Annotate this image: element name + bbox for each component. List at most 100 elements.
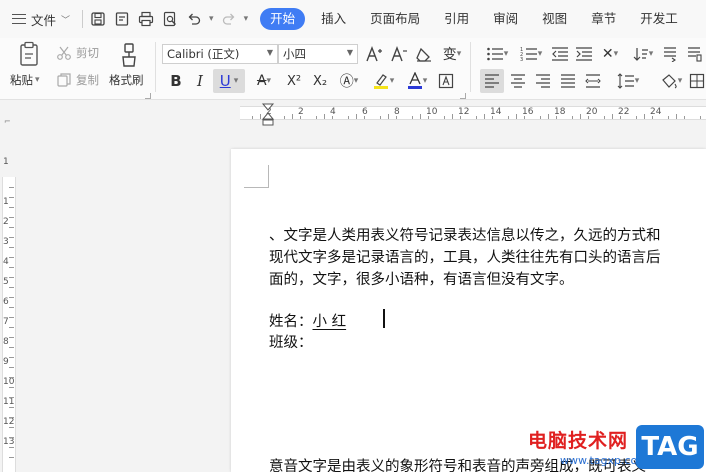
tab-references[interactable]: 引用	[432, 8, 481, 30]
paste-icon[interactable]	[16, 40, 42, 68]
ruler-number: 8	[3, 337, 9, 347]
ruler-tick	[580, 114, 581, 119]
show-marks-icon[interactable]	[660, 44, 680, 64]
italic-button[interactable]: I	[190, 70, 210, 92]
format-painter-button[interactable]: 格式刷	[109, 72, 144, 88]
ruler-tick	[9, 387, 14, 388]
font-size-value: 小四	[283, 47, 306, 61]
watermark-badge: TAG	[636, 425, 704, 469]
ruler-tick	[9, 267, 14, 268]
tab-review[interactable]: 审阅	[481, 8, 530, 30]
indent-marker-icon[interactable]	[261, 103, 275, 127]
ruler-number: 10	[3, 377, 15, 387]
ruler-tick	[9, 417, 14, 418]
tab-page-layout[interactable]: 页面布局	[358, 8, 432, 30]
paragraph-mark-icon[interactable]	[684, 44, 704, 64]
ruler-tick	[452, 114, 453, 119]
highlight-button[interactable]: ▾	[368, 70, 398, 92]
text-cursor	[383, 309, 385, 328]
ruler-tick	[9, 257, 14, 258]
ruler-tick	[316, 116, 317, 119]
underline-button[interactable]: U ▾	[213, 69, 245, 93]
class-line[interactable]: 班级：	[269, 331, 313, 352]
undo-icon[interactable]	[185, 10, 203, 28]
distributed-align-button[interactable]	[582, 70, 604, 92]
superscript-button[interactable]: X²	[282, 70, 306, 92]
ruler-tick	[348, 116, 349, 119]
font-color-icon	[407, 72, 422, 89]
subscript-button[interactable]: X₂	[308, 70, 332, 92]
align-left-button[interactable]	[480, 69, 504, 93]
format-painter-icon[interactable]	[117, 41, 141, 69]
ruler-tick	[444, 116, 445, 119]
name-line[interactable]: 姓名：小 红	[269, 310, 346, 331]
ruler-tick	[9, 307, 14, 308]
shading-button[interactable]: ▾	[656, 70, 686, 92]
copy-label: 复制	[76, 73, 99, 87]
save-icon[interactable]	[89, 10, 107, 28]
chevron-down-icon: ▼	[266, 48, 273, 57]
ruler-number: 10	[426, 107, 438, 117]
chinese-layout-icon[interactable]: ✕ ▾	[598, 44, 622, 64]
sort-icon[interactable]: ▾	[630, 44, 656, 64]
customize-toolbar-icon[interactable]: ▾	[244, 14, 249, 24]
distributed-align-icon	[585, 74, 601, 88]
tab-developer[interactable]: 开发工	[628, 8, 690, 30]
font-name-select[interactable]: Calibri (正文) ▼	[162, 44, 278, 64]
tab-home[interactable]: 开始	[260, 8, 306, 30]
redo-icon[interactable]	[220, 10, 238, 28]
pinyin-guide-icon[interactable]: 变 ▾	[438, 44, 466, 64]
clipboard-expander-icon[interactable]	[145, 93, 151, 99]
ruler-number: 1	[3, 157, 9, 167]
paragraph-line[interactable]: 、文字是人类用表义符号记录表达信息以传之，久远的方式和	[269, 224, 661, 245]
grow-font-icon[interactable]	[364, 44, 384, 64]
align-right-button[interactable]	[532, 70, 554, 92]
decrease-indent-icon[interactable]	[550, 44, 570, 64]
print-icon[interactable]	[137, 10, 155, 28]
copy-button[interactable]: 复制	[56, 71, 99, 89]
tab-stop-selector[interactable]: ⌐	[4, 117, 11, 126]
export-pdf-icon[interactable]	[113, 10, 131, 28]
ruler-tick	[380, 116, 381, 119]
menu-bar: 文件 ﹀ ▾ ▾ 开始 插入 页面布局 引用 审阅 视图 章节 开发工	[0, 0, 706, 38]
vertical-ruler[interactable]: 1 1 2 3 4 5 6 7 8 9 10 11 12 13	[0, 127, 18, 472]
font-expander-icon[interactable]	[460, 93, 466, 99]
ruler-track[interactable]: 2 2 4 6 8 10 12 14 16 18 20 22 24	[240, 106, 706, 120]
print-preview-icon[interactable]	[161, 10, 179, 28]
paragraph-line[interactable]: 面的，文字，很多小语种，有语言但没有文字。	[269, 268, 574, 289]
tab-section[interactable]: 章节	[579, 8, 628, 30]
character-border-button[interactable]	[436, 70, 456, 92]
bold-button[interactable]: B	[166, 70, 186, 92]
cut-button[interactable]: 剪切	[56, 44, 99, 62]
paragraph-line[interactable]: 现代文字多是记录语言的，工具，人类往往先有口头的语言后	[269, 246, 661, 267]
shrink-font-icon[interactable]	[389, 44, 409, 64]
increase-indent-icon[interactable]	[574, 44, 594, 64]
align-center-button[interactable]	[507, 70, 529, 92]
font-color-button[interactable]: ▾	[402, 70, 432, 92]
justify-button[interactable]	[557, 70, 579, 92]
undo-dropdown-icon[interactable]: ▾	[209, 14, 214, 24]
line-spacing-icon	[617, 73, 634, 89]
ruler-tick	[508, 116, 509, 119]
divider	[155, 42, 156, 92]
bullet-list-button[interactable]: ▾	[482, 44, 512, 64]
character-border-icon	[438, 73, 454, 89]
ruler-tick	[9, 287, 14, 288]
align-center-icon	[511, 74, 525, 88]
tab-insert[interactable]: 插入	[309, 8, 358, 30]
horizontal-ruler[interactable]: 2 2 4 6 8 10 12 14 16 18 20 22 24	[0, 101, 706, 127]
line-spacing-button[interactable]: ▾	[612, 70, 644, 92]
text-effect-button[interactable]: Ⓐ ▾	[336, 70, 362, 92]
chevron-down-icon: ▼	[346, 48, 353, 57]
highlighter-icon	[373, 74, 388, 89]
file-menu[interactable]: 文件 ﹀	[0, 7, 76, 31]
clear-format-icon[interactable]	[414, 44, 434, 64]
ruler-tick	[572, 116, 573, 119]
strikethrough-button[interactable]: A ▾	[250, 70, 278, 92]
borders-icon[interactable]	[688, 70, 706, 92]
font-size-select[interactable]: 小四 ▼	[278, 44, 358, 64]
paste-button[interactable]: 粘贴 ▾	[10, 72, 40, 88]
numbered-list-button[interactable]: 1 2 3 ▾	[516, 44, 546, 64]
tab-view[interactable]: 视图	[530, 8, 579, 30]
ruler-number: 5	[3, 277, 9, 287]
